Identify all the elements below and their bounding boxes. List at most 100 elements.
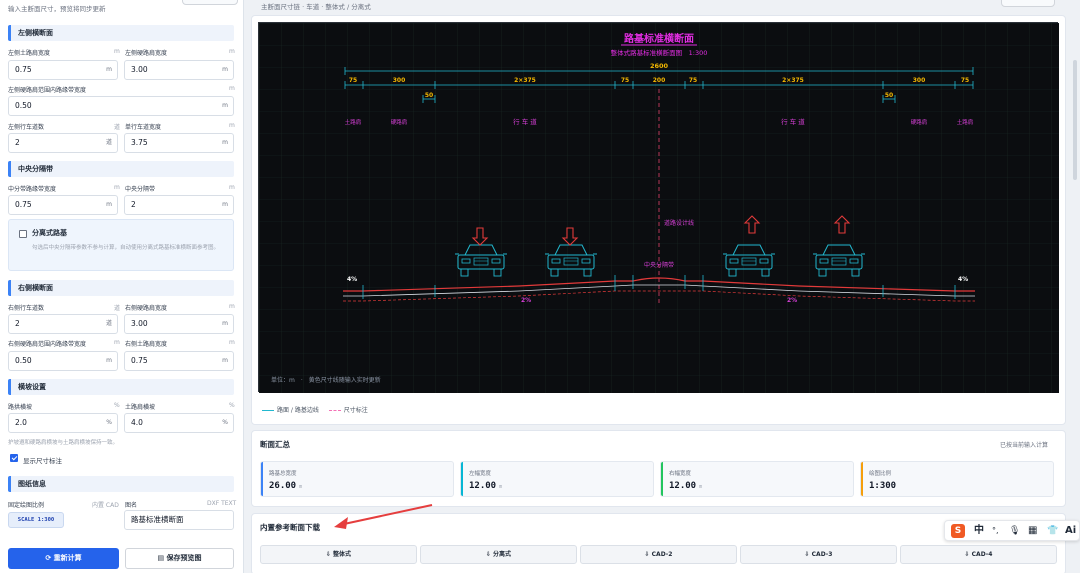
left-earth-shoulder-input[interactable]: 0.75 m <box>8 60 118 80</box>
section-title-slope: 横坡设置 <box>8 379 234 395</box>
field-label: 路拱横坡 <box>8 404 33 411</box>
dim-label: 200 <box>653 77 666 84</box>
save-preview-button[interactable]: ▤ 保存预览图 <box>125 548 234 569</box>
field-label: 左侧硬路肩范围内路缘带宽度 <box>8 87 87 94</box>
zone-label: 土路肩 <box>957 118 974 126</box>
slope-label: 4% <box>958 276 968 283</box>
ime-lang-toggle[interactable]: 中 <box>974 524 984 538</box>
section-title-left: 左侧横断面 <box>8 25 234 41</box>
dim-label: 75 <box>961 77 969 84</box>
slope-label: 2% <box>787 297 797 304</box>
app-root: 输入主断面尺寸，预览将同步更新 左侧横断面 左侧土路肩宽度 m 0.75 m 左侧… <box>0 0 1080 573</box>
dim-label: 50 <box>425 92 433 99</box>
median-edge-strip-input[interactable]: 0.75 m <box>8 195 118 215</box>
drawing-legend: 路面 / 路基边线 尺寸标注 <box>262 405 368 414</box>
field-label: 中央分隔带 <box>125 186 156 193</box>
dim-label: 75 <box>349 77 357 84</box>
field-unit: m <box>229 85 235 92</box>
scale-label: 固定绘图比例 <box>8 502 45 509</box>
crown-slope-input[interactable]: 2.0% <box>8 413 118 433</box>
right-edge-strip-input[interactable]: 0.50 m <box>8 351 118 371</box>
section-title-right: 右侧横断面 <box>8 280 234 296</box>
recalculate-button[interactable]: ⟳ 重新计算 <box>8 548 119 569</box>
field-label: 土路肩横坡 <box>125 404 156 411</box>
field-unit: 道 <box>114 305 121 312</box>
field-unit: m <box>229 303 235 310</box>
field-unit: 道 <box>114 124 121 131</box>
section-title-median: 中央分隔带 <box>8 161 234 177</box>
name-tag: DXF TEXT <box>207 500 237 507</box>
field-label: 中分带路缘带宽度 <box>8 186 57 193</box>
ime-toolbar: S 中 °, 🎙 ▦ 👕 Ai <box>944 520 1080 541</box>
show-dimensions-label: 显示尺寸标注 <box>23 457 62 465</box>
field-unit: m <box>114 48 120 55</box>
field-label: 左侧硬路肩宽度 <box>125 50 168 57</box>
separate-subgrade-checkbox[interactable] <box>19 230 27 238</box>
left-hard-shoulder-input[interactable]: 3.00 m <box>124 60 234 80</box>
slope-label: 4% <box>347 276 357 283</box>
stat-total-width: 路基总宽度 26.00 m <box>260 461 454 497</box>
show-dimensions-checkbox[interactable] <box>10 454 18 462</box>
separate-subgrade-box: 分离式路基 勾选后中央分隔带参数不参与计算，自动使用分离式路基标准横断面参考图。 <box>8 219 234 271</box>
field-label: 右侧硬路肩范围内路缘带宽度 <box>8 341 87 348</box>
field-unit: % <box>114 402 120 409</box>
drawing-name-input[interactable]: 路基标准横断面 <box>124 510 234 530</box>
dim-label: 300 <box>393 77 406 84</box>
microphone-icon[interactable]: 🎙 <box>1009 524 1020 538</box>
drawing-title: 路基标准横断面 <box>624 32 694 45</box>
dim-label: 2×375 <box>782 77 804 84</box>
field-label: 左侧土路肩宽度 <box>8 50 51 57</box>
field-unit: m <box>114 184 120 191</box>
download-cad3-button[interactable]: ⇩ CAD-3 <box>740 545 897 564</box>
keyboard-icon[interactable]: ▦ <box>1028 524 1037 538</box>
download-separate-button[interactable]: ⇩ 分离式 <box>420 545 577 564</box>
legend-pavement: 路面 / 路基边线 <box>277 407 319 414</box>
download-cad2-button[interactable]: ⇩ CAD-2 <box>580 545 737 564</box>
right-earth-shoulder-input[interactable]: 0.75 m <box>124 351 234 371</box>
right-lane-count-input[interactable]: 2道 <box>8 314 118 334</box>
left-edge-strip-input[interactable]: 0.50 m <box>8 96 234 116</box>
summary-note: 已按当前输入计算 <box>1000 442 1049 449</box>
field-unit: m <box>229 48 235 55</box>
field-label: 右侧行车道数 <box>8 305 45 312</box>
scale-tag: 内置 CAD <box>92 502 119 509</box>
slope-label: 2% <box>521 297 531 304</box>
field-unit: m <box>229 122 235 129</box>
download-integral-button[interactable]: ⇩ 整体式 <box>260 545 417 564</box>
legend-dimension: 尺寸标注 <box>343 407 368 414</box>
summary-title: 断面汇总 <box>260 440 290 449</box>
drawing-subtitle: 整体式路基标准横断面图 1:300 <box>611 48 708 57</box>
field-unit: m <box>229 339 235 346</box>
dim-label: 50 <box>885 92 893 99</box>
skin-icon[interactable]: 👕 <box>1047 524 1058 538</box>
zone-label: 硬路肩 <box>911 118 928 126</box>
stat-scale: 绘图比例 1:300 <box>860 461 1054 497</box>
zone-label: 行 车 道 <box>513 117 537 126</box>
name-label: 图名 <box>125 502 138 509</box>
zone-label: 土路肩 <box>345 118 362 126</box>
separate-subgrade-title: 分离式路基 <box>32 229 67 237</box>
zone-label: 硬路肩 <box>391 118 408 126</box>
field-label: 右侧土路肩宽度 <box>125 341 168 348</box>
scale-badge: SCALE 1:300 <box>8 512 64 528</box>
header-action-button[interactable] <box>1001 0 1055 7</box>
field-label: 左侧行车道数 <box>8 124 45 131</box>
panel-top-button[interactable] <box>182 0 238 5</box>
drawing-canvas: 路基标准横断面 整体式路基标准横断面图 1:300 2600 75 300 2×… <box>258 22 1059 393</box>
median-label: 中央分隔带 <box>644 261 674 269</box>
separate-subgrade-desc: 勾选后中央分隔带参数不参与计算，自动使用分离式路基标准横断面参考图。 <box>32 245 220 251</box>
cross-section-svg: 路基标准横断面 整体式路基标准横断面图 1:300 2600 75 300 2×… <box>259 23 1059 393</box>
left-lane-count-input[interactable]: 2道 <box>8 133 118 153</box>
field-label: 单行车道宽度 <box>125 124 162 131</box>
field-unit: m <box>114 339 120 346</box>
download-cad4-button[interactable]: ⇩ CAD-4 <box>900 545 1057 564</box>
field-unit: m <box>229 184 235 191</box>
ime-ai-button[interactable]: Ai <box>1065 524 1076 538</box>
ime-punct-toggle[interactable]: °, <box>992 524 999 538</box>
scrollbar[interactable] <box>1073 60 1077 180</box>
ime-logo-icon[interactable]: S <box>951 524 965 538</box>
shoulder-slope-input[interactable]: 4.0% <box>124 413 234 433</box>
right-hard-shoulder-input[interactable]: 3.00 m <box>124 314 234 334</box>
lane-width-input[interactable]: 3.75 m <box>124 133 234 153</box>
median-width-input[interactable]: 2m <box>124 195 234 215</box>
